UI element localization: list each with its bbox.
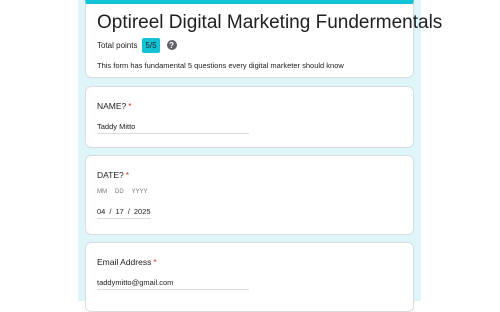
month-value[interactable]: 04: [97, 207, 105, 216]
help-circle-icon[interactable]: ?: [166, 40, 177, 50]
year-value[interactable]: 2025: [134, 207, 151, 216]
required-asterisk: *: [128, 101, 132, 111]
question-label-email: Email Address *: [97, 257, 157, 267]
name-answer-field[interactable]: Taddy Mitto: [97, 122, 249, 134]
question-card-name: NAME? * Taddy Mitto: [85, 86, 414, 148]
required-asterisk: *: [153, 257, 157, 267]
day-value[interactable]: 17: [115, 207, 123, 216]
total-points-row: Total points 5/5 ?: [97, 37, 177, 53]
required-asterisk: *: [125, 170, 130, 180]
question-card-date: DATE? * MM DD YYYY 04/17/2025: [85, 155, 414, 235]
total-points-label: Total points: [97, 40, 138, 50]
question-text: Email Address: [97, 257, 152, 267]
points-badge: 5/5: [142, 37, 160, 53]
month-label: MM: [97, 189, 107, 195]
form-title: Optireel Digital Marketing Fundermentals: [97, 12, 443, 33]
question-card-email: Email Address * taddymitto@gmail.com: [85, 242, 414, 312]
day-label: DD: [115, 189, 124, 195]
question-text: DATE?: [97, 170, 124, 180]
question-text: NAME?: [97, 101, 127, 111]
question-label-date: DATE? *: [97, 170, 129, 180]
email-answer-field[interactable]: taddymitto@gmail.com: [97, 278, 249, 290]
form-header-card: Optireel Digital Marketing Fundermentals…: [85, 0, 442, 78]
date-input[interactable]: 04/17/2025: [97, 207, 151, 219]
date-field-labels: MM DD YYYY: [97, 189, 156, 195]
date-separator: /: [127, 207, 130, 216]
year-label: YYYY: [131, 189, 148, 195]
form-description: This form has fundamental 5 questions ev…: [97, 61, 344, 70]
date-separator: /: [109, 207, 112, 216]
question-label-name: NAME? *: [97, 101, 132, 111]
